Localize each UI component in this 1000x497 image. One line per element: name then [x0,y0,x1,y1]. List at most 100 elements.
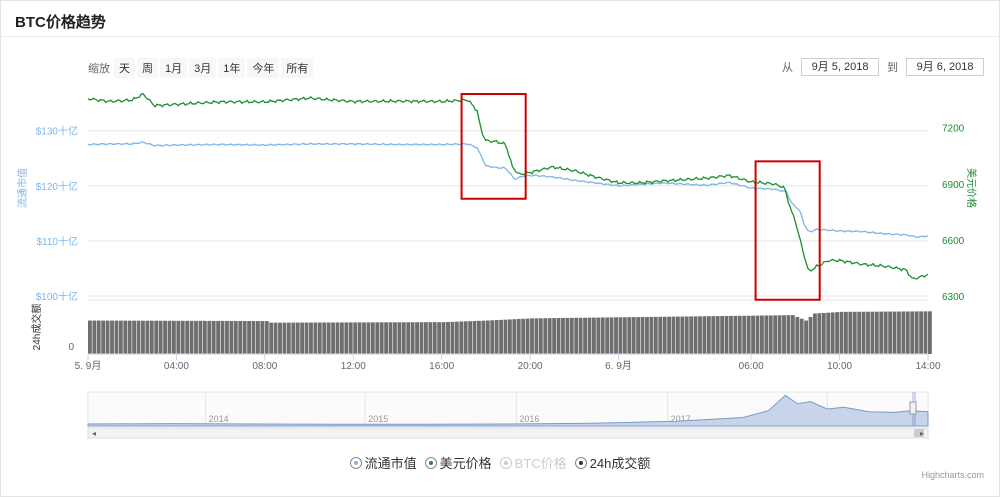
volume-bar [631,317,636,354]
volume-bar [817,313,822,354]
legend-marker-icon [499,456,512,469]
legend-marker-icon [424,456,437,469]
volume-bar [313,322,318,354]
highlight-box [460,93,527,200]
volume-bar [304,322,309,354]
volume-bar [870,311,875,354]
volume-bar [923,311,928,354]
volume-bar [689,316,694,354]
volume-bar [600,317,605,354]
legend-label: BTC价格 [514,456,567,471]
volume-bar [671,316,676,354]
volume-bar [768,315,773,354]
volume-bar [194,320,198,354]
volume-bar [503,319,508,354]
volume-bar [295,322,300,354]
navigator-scrollbar [87,427,929,439]
volume-bar [282,322,287,354]
volume-bar [273,322,278,354]
volume-bar [751,315,755,354]
volume-bar [145,320,150,354]
volume-bar [348,322,353,354]
volume-bar [565,317,570,354]
volume-bar [300,322,305,354]
volume-bar [114,320,119,354]
market-cap-line [87,141,929,239]
right-tick-label: 6300 [942,292,965,303]
volume-bar [101,320,106,354]
navigator-year-label: 2015 [368,414,388,424]
volume-bar [773,315,778,354]
volume-bar [384,322,389,354]
volume-bar [185,320,190,354]
volume-bar [238,320,243,354]
volume-bar [136,320,141,354]
volume-bar [198,320,203,354]
volume-bar [821,312,826,354]
volume-bar [233,320,238,354]
volume-bar [667,316,671,354]
volume-bar [247,321,251,354]
legend-item-btc-price[interactable]: BTC价格 [499,453,567,472]
volume-bar [180,320,185,354]
right-tick-label: 7200 [942,124,965,135]
volume-bar [684,316,689,354]
volume-tick-label: 0 [68,342,74,353]
legend-item-volume[interactable]: 24h成交额 [574,453,650,472]
volume-bar [154,320,159,354]
volume-bar [401,322,406,354]
volume-bar [353,322,358,354]
credit-link[interactable]: Highcharts.com [921,470,984,480]
right-axis-title: 美元价格 [965,168,978,208]
volume-bar [826,312,831,354]
volume-bar [490,320,495,354]
volume-bar [879,311,884,354]
volume-bar [286,322,291,354]
navigator: 20142015201620172018◂▸ [87,391,929,439]
volume-bar [225,320,229,354]
volume-bar [835,312,839,354]
volume-bar [534,318,539,354]
volume-bar [278,322,282,354]
volume-bar [424,322,428,354]
volume-bar [463,321,468,354]
volume-bar [928,311,932,354]
volume-bar [370,322,375,354]
volume-bar [256,321,260,354]
volume-bar [176,320,181,354]
legend-item-market-cap[interactable]: 流通市值 [349,453,417,472]
volume-bar [326,322,331,354]
volume-bar [88,320,92,354]
volume-bar [760,315,764,354]
volume-bar [799,318,804,354]
volume-bar [596,317,601,354]
volume-bar [264,321,269,354]
volume-bar [857,311,862,354]
volume-bar [733,315,738,354]
navigator-year-label: 2014 [209,414,229,424]
volume-bar [844,311,848,354]
volume-bar [653,316,658,354]
volume-bar [830,312,835,354]
x-tick-label: 20:00 [518,361,543,372]
volume-bar [406,322,411,354]
volume-bar [866,311,870,354]
legend-label: 美元价格 [439,456,492,471]
volume-bar [516,319,521,354]
volume-bar [472,321,477,354]
volume-bar [777,315,782,354]
volume-bar [481,320,486,354]
x-tick-label: 08:00 [252,361,277,372]
volume-bar [446,321,450,354]
highlight-boxes [460,93,821,301]
volume-bar [883,311,888,354]
volume-bar [428,322,433,354]
volume-bar [676,316,680,354]
volume-bar [645,316,649,354]
volume-bar [724,315,729,354]
legend-item-price[interactable]: 美元价格 [424,453,492,472]
volume-bar [561,317,565,354]
volume-bar [105,320,110,354]
volume-bar [764,315,769,354]
x-tick-label: 6. 9月 [605,360,632,372]
